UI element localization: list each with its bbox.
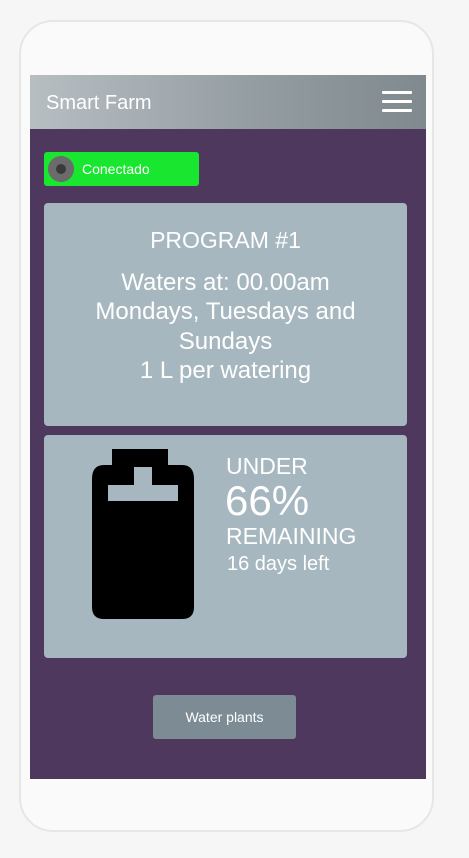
program-schedule-time: Waters at: 00.00am: [121, 269, 330, 296]
connection-status-badge: Conectado: [44, 152, 199, 186]
tank-under-label: UNDER: [226, 453, 308, 479]
program-title: PROGRAM #1: [150, 227, 301, 253]
connection-status-label: Conectado: [82, 161, 150, 177]
tank-percent-value: 66%: [225, 477, 310, 524]
app-bar: Smart Farm: [30, 75, 426, 129]
program-watering-amount: 1 L per watering: [139, 357, 312, 384]
program-card: PROGRAM #1 Waters at: 00.00am Mondays, T…: [44, 203, 407, 426]
water-plants-button[interactable]: Water plants: [153, 695, 296, 739]
tank-level-card: UNDER 66% REMAINING 16 days left: [44, 435, 407, 658]
water-tank-icon: [92, 449, 194, 619]
program-schedule-days: Mondays, Tuesdays and: [95, 298, 356, 325]
tank-days-left: 16 days left: [227, 553, 330, 575]
app-title: Smart Farm: [46, 92, 152, 114]
tank-remaining-label: REMAINING: [226, 523, 357, 549]
hamburger-menu-icon[interactable]: [382, 91, 412, 113]
connection-dot-icon: [48, 156, 74, 182]
program-schedule-days-cont: Sundays: [178, 328, 273, 355]
app-screen: Smart Farm Conectado PROGRAM #1 Waters a…: [30, 75, 426, 779]
